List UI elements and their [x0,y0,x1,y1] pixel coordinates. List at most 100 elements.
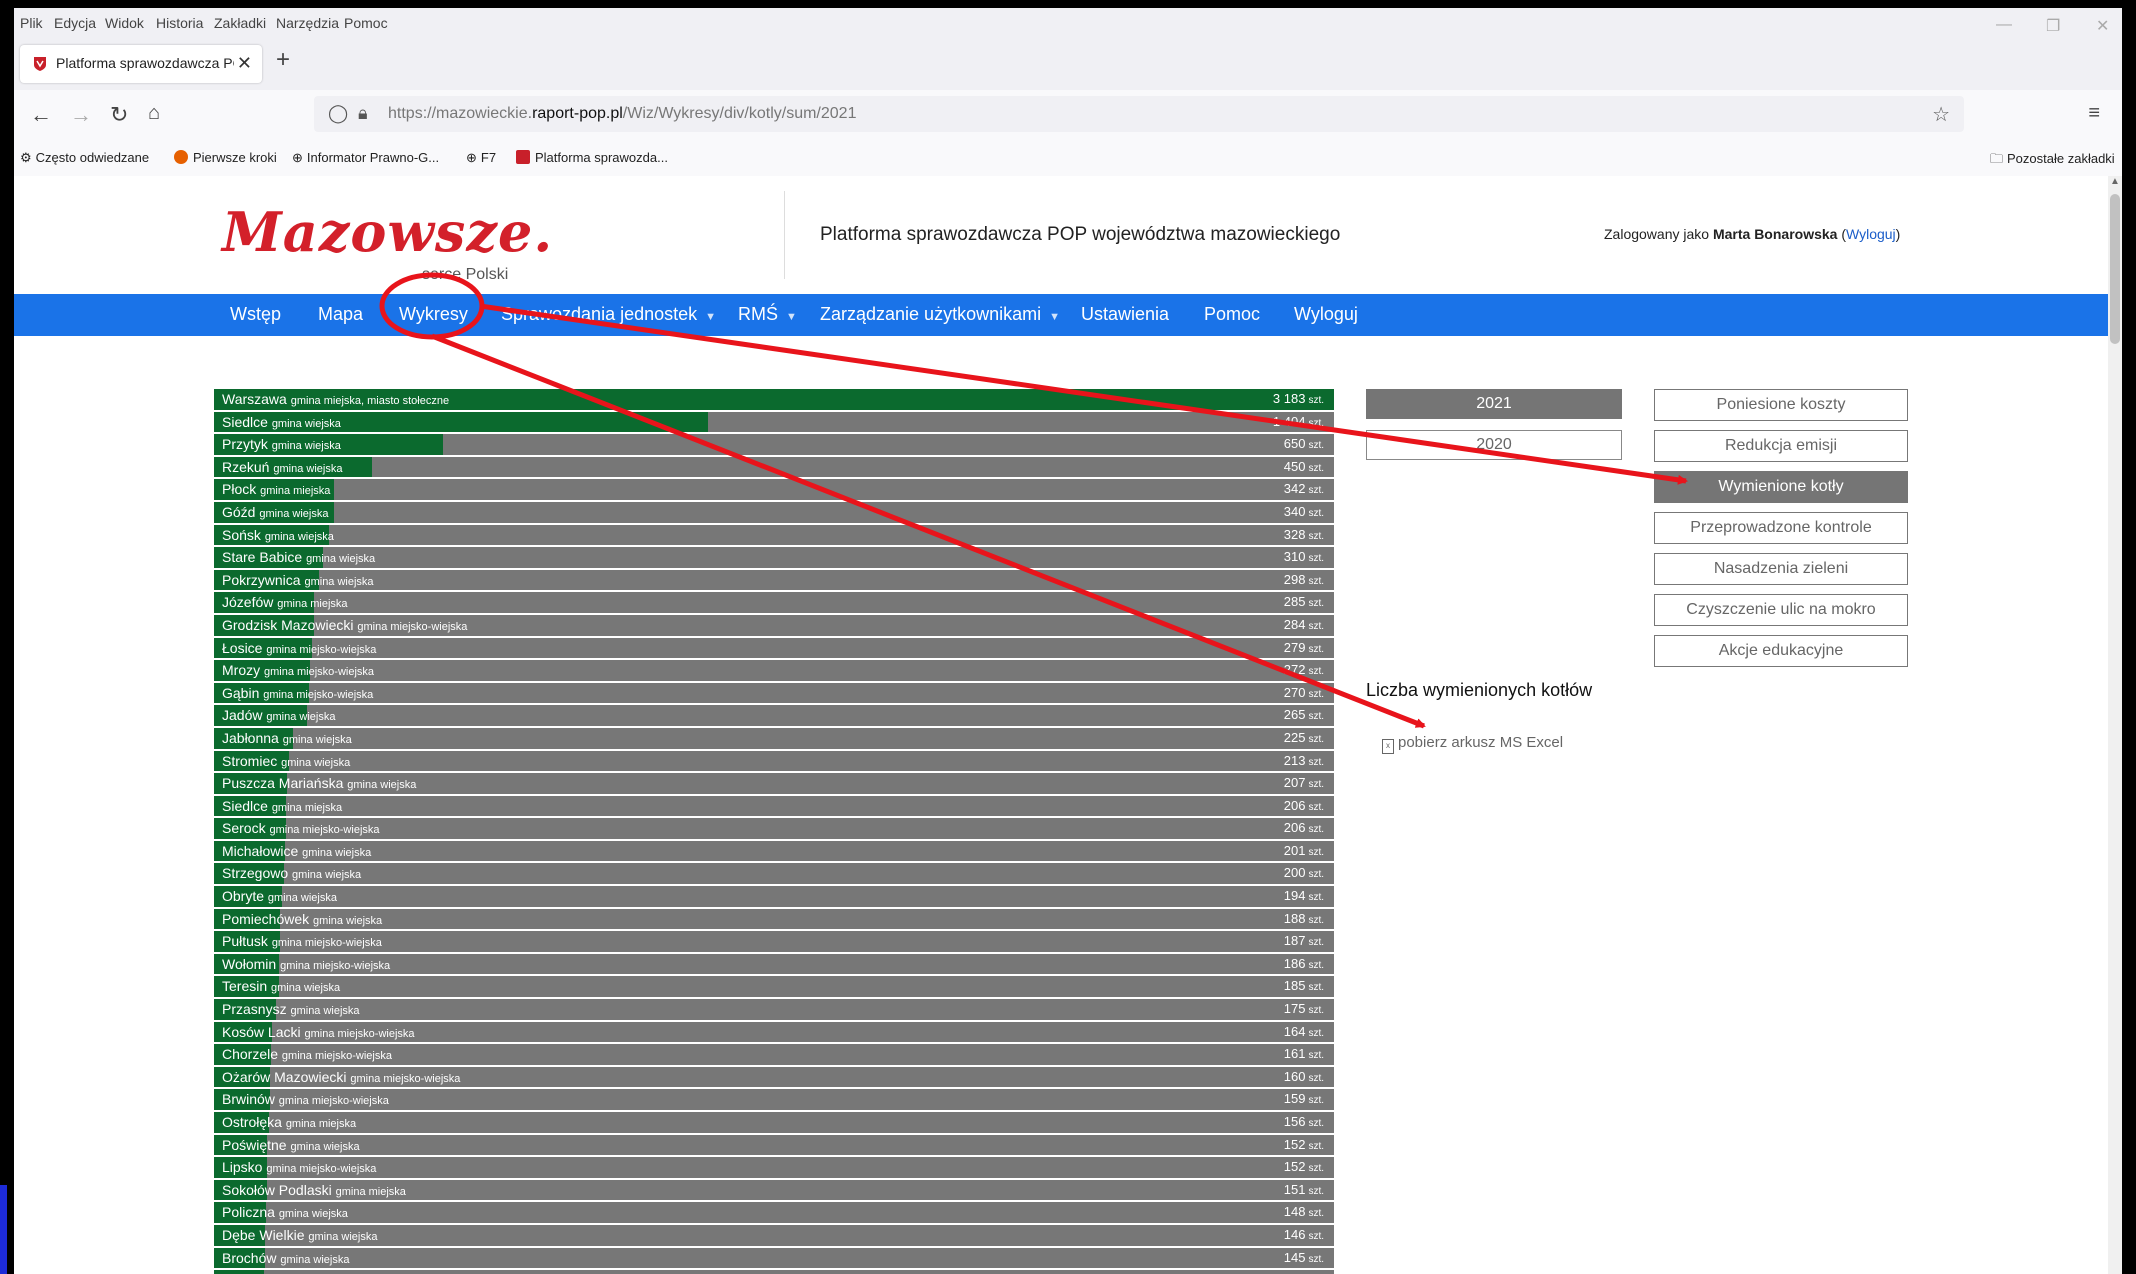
nav-users[interactable]: Zarządzanie użytkownikami ▼ [820,304,1060,325]
nav-sprawozdania[interactable]: Sprawozdania jednostek ▼ [501,304,716,325]
menu-tools[interactable]: Narzędzia [276,15,339,31]
bar-row[interactable]: Mszczonów gmina miejsko-wiejska142szt. [214,1270,1334,1274]
bar-row[interactable]: Gąbin gmina miejsko-wiejska 270 szt. [214,682,1334,704]
nav-pomoc[interactable]: Pomoc [1204,304,1260,325]
bar-row[interactable]: Dębe Wielkie gmina wiejska 146 szt. [214,1224,1334,1246]
nav-mapa[interactable]: Mapa [318,304,363,325]
bar-row[interactable]: Siedlce gmina miejska 206 szt. [214,795,1334,817]
bar-row[interactable]: Strzegowo gmina wiejska 200 szt. [214,863,1334,885]
category-education-button[interactable]: Akcje edukacyjne [1654,635,1908,667]
lock-icon[interactable]: 🔒︎ [358,103,368,124]
bar-row[interactable]: Pokrzywnica gmina wiejska 298 szt. [214,569,1334,591]
bar-row[interactable]: Jabłonna gmina wiejska 225 szt. [214,727,1334,749]
bar-row[interactable]: Wołomin gmina miejsko-wiejska 186 szt. [214,953,1334,975]
nav-wstep[interactable]: Wstęp [230,304,281,325]
url-text[interactable]: https://mazowieckie.raport-pop.pl/Wiz/Wy… [388,105,856,123]
bar-row[interactable]: Józefów gmina miejska 285 szt. [214,592,1334,613]
category-greenery-button[interactable]: Nasadzenia zieleni [1654,553,1908,585]
menu-bookmarks[interactable]: Zakładki [214,15,266,31]
bar-row[interactable]: Przasnysz gmina wiejska 175 szt. [214,999,1334,1020]
menu-file[interactable]: Plik [20,15,43,31]
bookmark-most-visited[interactable]: ⚙ Często odwiedzane [20,150,149,166]
bar-row[interactable]: Obryte gmina wiejska 194 szt. [214,886,1334,907]
tab-platforma[interactable]: Platforma sprawozdawcza POP ✕ [20,45,262,83]
bar-row[interactable]: Kosów Lacki gmina miejsko-wiejska 164 szt. [214,1021,1334,1043]
bookmark-informator[interactable]: ⊕ Informator Prawno-G... [292,150,439,166]
category-street-cleaning-button[interactable]: Czyszczenie ulic na mokro [1654,594,1908,626]
bookmark-star-icon[interactable]: ☆ [1932,102,1950,127]
bar-row[interactable]: Poświętne gmina wiejska 152 szt. [214,1134,1334,1156]
nav-ustawienia[interactable]: Ustawienia [1081,304,1169,325]
category-inspections-button[interactable]: Przeprowadzone kontrole [1654,512,1908,544]
bookmark-platforma[interactable]: Platforma sprawozda... [516,150,668,165]
nav-rms[interactable]: RMŚ ▼ [738,304,797,325]
bar-row[interactable]: Warszawa gmina miejska, miasto stołeczne… [214,389,1334,410]
menu-history[interactable]: Historia [156,15,203,31]
bar-row[interactable]: Płock gmina miejska 342 szt. [214,479,1334,500]
bookmark-getting-started[interactable]: Pierwsze kroki [174,150,277,165]
bar-row[interactable]: Lipsko gmina miejsko-wiejska 152 szt. [214,1157,1334,1178]
home-icon[interactable]: ⌂ [148,102,160,125]
bar-row[interactable]: Stromiec gmina wiejska 213 szt. [214,750,1334,772]
bar-row[interactable]: Policzna gmina wiejska 148 szt. [214,1202,1334,1223]
bar-row[interactable]: Brwinów gmina miejsko-wiejska 159 szt. [214,1089,1334,1110]
bar-kind: gmina wiejska [280,1253,350,1266]
menu-edit[interactable]: Edycja [54,15,96,31]
scroll-thumb[interactable] [2110,194,2120,344]
year-2021-button[interactable]: 2021 [1366,389,1622,419]
back-icon[interactable]: ← [30,102,52,128]
bar-label: Lipsko gmina miejsko-wiejska [222,1159,376,1175]
reload-icon[interactable]: ↻ [110,102,128,128]
bar-row[interactable]: Chorzele gmina miejsko-wiejska 161 szt. [214,1044,1334,1065]
bar-row[interactable]: Jadów gmina wiejska 265 szt. [214,705,1334,726]
nav-wyloguj[interactable]: Wyloguj [1294,304,1358,325]
bookmark-other[interactable]: 🗀 Pozostałe zakładki [1990,150,2115,172]
tracking-shield-icon[interactable]: ◯ [328,103,348,124]
scroll-up-icon[interactable]: ▲ [2110,176,2120,187]
menu-help[interactable]: Pomoc [344,15,388,31]
bar-row[interactable]: Przytyk gmina wiejska 650 szt. [214,434,1334,455]
bar-row[interactable]: Sokołów Podlaski gmina miejska 151 szt. [214,1179,1334,1201]
bar-row[interactable]: Łosice gmina miejsko-wiejska 279 szt. [214,637,1334,659]
address-bar[interactable]: ◯ 🔒︎ https://mazowieckie.raport-pop.pl/W… [314,96,1964,132]
bar-row[interactable]: Grodzisk Mazowiecki gmina miejsko-wiejsk… [214,614,1334,636]
bar-row[interactable]: Brochów gmina wiejska 145 szt. [214,1247,1334,1269]
bar-row[interactable]: Serock gmina miejsko-wiejska 206 szt. [214,818,1334,839]
bar-value: 175 szt. [1283,1001,1324,1017]
bar-kind: gmina wiejska [271,982,341,995]
menu-hamburger-icon[interactable]: ≡ [2088,102,2100,125]
bar-label: Jadów gmina wiejska [222,707,335,723]
bar-row[interactable]: Michałowice gmina wiejska 201 szt. [214,840,1334,862]
bar-row[interactable]: Sońsk gmina wiejska 328 szt. [214,524,1334,546]
page-scrollbar[interactable]: ▲ [2108,176,2122,1274]
nav-wykresy[interactable]: Wykresy [399,304,468,325]
bar-row[interactable]: Rzekuń gmina wiejska 450 szt. [214,456,1334,478]
bar-row[interactable]: Pułtusk gmina miejsko-wiejska 187 szt. [214,931,1334,952]
bar-row[interactable]: Ostrołęka gmina miejska 156 szt. [214,1112,1334,1133]
minimize-icon[interactable]: — [1996,16,2012,34]
bar-row[interactable]: Góźd gmina wiejska 340 szt. [214,501,1334,523]
logout-link[interactable]: Wyloguj [1846,226,1896,242]
category-boilers-button[interactable]: Wymienione kotły [1654,471,1908,503]
restore-icon[interactable]: ❐ [2046,16,2060,36]
menu-view[interactable]: Widok [105,15,144,31]
bookmark-f7[interactable]: ⊕ F7 [466,150,496,166]
bar-row[interactable]: Mrozy gmina miejsko-wiejska 272 szt. [214,660,1334,681]
category-costs-button[interactable]: Poniesione koszty [1654,389,1908,421]
bar-row[interactable]: Puszcza Mariańska gmina wiejska 207 szt. [214,773,1334,794]
bar-row[interactable]: Pomiechówek gmina wiejska 188 szt. [214,908,1334,930]
bar-name: Brochów [222,1249,281,1266]
bar-row[interactable]: Teresin gmina wiejska 185 szt. [214,976,1334,998]
excel-download-link[interactable]: x pobierz arkusz MS Excel [1382,734,1563,754]
category-emission-button[interactable]: Redukcja emisji [1654,430,1908,462]
close-window-icon[interactable]: ✕ [2096,16,2109,36]
tab-close-icon[interactable]: ✕ [237,53,252,74]
excel-file-icon: x [1382,739,1394,754]
new-tab-icon[interactable]: + [276,46,290,74]
bar-row[interactable]: Stare Babice gmina wiejska 310 szt. [214,547,1334,568]
year-2020-button[interactable]: 2020 [1366,430,1622,460]
mazowsze-logo[interactable]: Mazowsze. serce Polski [222,200,553,283]
bar-row[interactable]: Ożarów Mazowiecki gmina miejsko-wiejska 1… [214,1066,1334,1088]
bar-row[interactable]: Siedlce gmina wiejska 1 404 szt. [214,411,1334,433]
forward-icon[interactable]: → [70,102,92,128]
